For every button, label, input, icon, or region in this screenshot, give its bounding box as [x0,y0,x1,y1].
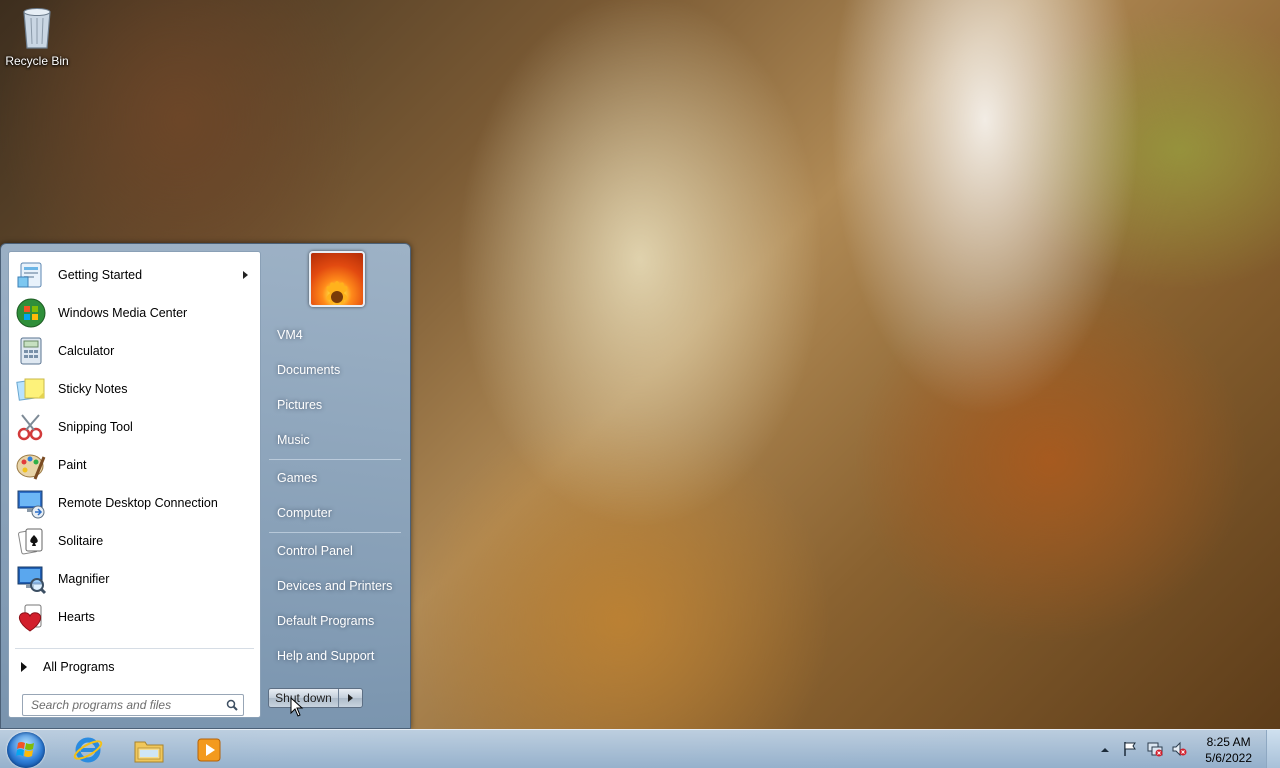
program-label: Snipping Tool [58,420,133,434]
mouse-cursor-icon [290,697,304,717]
program-windows-media-center[interactable]: Windows Media Center [9,294,260,332]
start-button[interactable] [7,732,45,768]
expand-arrow-icon [21,662,27,672]
search-placeholder: Search programs and files [31,698,172,712]
program-hearts[interactable]: Hearts [9,598,260,636]
program-label: Hearts [58,610,95,624]
clock-time: 8:25 AM [1206,735,1251,749]
volume-muted-icon[interactable] [1171,741,1187,757]
place-devices-and-printers[interactable]: Devices and Printers [277,579,392,593]
windows-logo-icon [16,742,34,757]
sticky-notes-icon [15,373,47,405]
paint-icon [15,449,47,481]
user-picture-avatar[interactable] [309,251,365,307]
place-help-and-support[interactable]: Help and Support [277,649,374,663]
recycle-bin-shortcut[interactable]: Recycle Bin [4,6,70,68]
calculator-icon [15,335,47,367]
clock-date: 5/6/2022 [1205,751,1252,765]
all-programs-button[interactable]: All Programs [17,656,115,678]
snipping-tool-icon [15,411,47,443]
media-center-icon [15,297,47,329]
getting-started-icon [15,259,47,291]
show-hidden-icons-icon[interactable] [1100,744,1110,754]
program-solitaire[interactable]: Solitaire [9,522,260,560]
all-programs-label: All Programs [43,660,115,674]
program-magnifier[interactable]: Magnifier [9,560,260,598]
program-label: Paint [58,458,87,472]
taskbar-media-player[interactable] [181,732,237,768]
remote-desktop-icon [15,487,47,519]
internet-explorer-icon [73,737,103,763]
media-player-icon [197,738,221,762]
place-pictures[interactable]: Pictures [277,398,322,412]
windows-explorer-icon [134,741,164,763]
program-getting-started[interactable]: Getting Started [9,256,260,294]
solitaire-icon [15,525,47,557]
program-label: Solitaire [58,534,104,548]
start-menu: Getting Started Windows Media Center Cal… [0,243,411,729]
network-icon[interactable] [1147,741,1163,757]
divider [269,459,401,460]
shutdown-button-group: Shut down [268,688,363,708]
submenu-arrow-icon[interactable] [243,271,248,279]
place-computer[interactable]: Computer [277,506,332,520]
places-pane: VM4 Documents Pictures Music Games Compu… [263,244,410,728]
shutdown-options-arrow-icon[interactable] [339,689,362,707]
system-clock[interactable]: 8:25 AM 5/6/2022 [1205,734,1252,766]
taskbar-internet-explorer[interactable] [60,732,116,768]
taskbar: 8:25 AM 5/6/2022 [0,729,1280,768]
program-remote-desktop-connection[interactable]: Remote Desktop Connection [9,484,260,522]
place-vm4[interactable]: VM4 [277,328,303,342]
search-input[interactable]: Search programs and files [22,694,244,716]
magnifier-icon [15,563,47,595]
program-label: Calculator [58,344,115,358]
recycle-bin-label: Recycle Bin [5,54,69,68]
program-label: Getting Started [58,268,143,282]
shutdown-button[interactable]: Shut down [269,689,339,707]
program-list: Getting Started Windows Media Center Cal… [9,252,260,636]
place-documents[interactable]: Documents [277,363,340,377]
place-control-panel[interactable]: Control Panel [277,544,353,558]
divider [15,648,254,649]
program-label: Windows Media Center [58,306,188,320]
search-icon[interactable] [226,699,238,711]
show-desktop-button[interactable] [1266,730,1280,768]
program-snipping-tool[interactable]: Snipping Tool [9,408,260,446]
program-calculator[interactable]: Calculator [9,332,260,370]
program-sticky-notes[interactable]: Sticky Notes [9,370,260,408]
place-games[interactable]: Games [277,471,317,485]
program-label: Magnifier [58,572,110,586]
program-label: Sticky Notes [58,382,128,396]
taskbar-windows-explorer[interactable] [121,732,177,768]
divider [269,532,401,533]
recycle-bin-icon [19,6,55,50]
place-music[interactable]: Music [277,433,310,447]
programs-pane: Getting Started Windows Media Center Cal… [8,251,261,718]
program-paint[interactable]: Paint [9,446,260,484]
hearts-icon [15,601,47,633]
action-center-flag-icon[interactable] [1122,741,1138,757]
place-default-programs[interactable]: Default Programs [277,614,374,628]
program-label: Remote Desktop Connection [58,496,218,510]
